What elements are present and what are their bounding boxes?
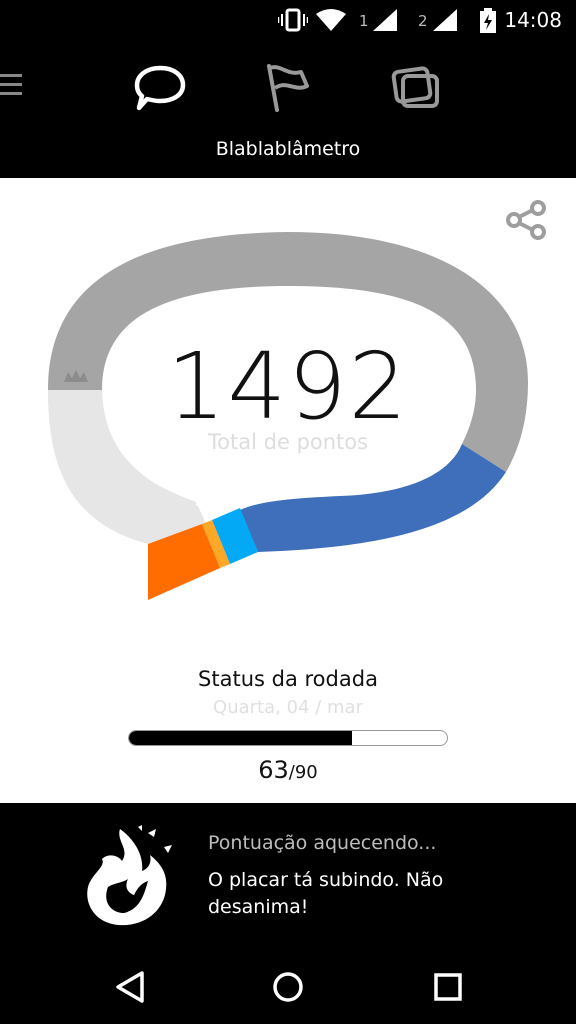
main-content: 1492 Total de pontos Status da rodada Qu…: [0, 178, 576, 803]
back-icon[interactable]: [110, 967, 150, 1007]
total-score: 1492: [166, 333, 410, 440]
signal-icon: [373, 9, 397, 31]
round-date: Quarta, 04 / mar: [213, 697, 363, 718]
top-nav: Blablablâmetro: [0, 40, 576, 178]
total-score-label: Total de pontos: [207, 430, 369, 454]
flag-icon[interactable]: [263, 62, 313, 114]
banner-title: Pontuação aquecendo...: [208, 832, 437, 854]
share-icon[interactable]: [502, 198, 550, 242]
vibrate-icon: [278, 8, 308, 32]
status-bar: 1 2 14:08: [0, 0, 576, 40]
banner-message: O placar tá subindo. Não desanima!: [208, 869, 444, 918]
sim2-label: 2: [418, 12, 428, 30]
round-progress-text: 63/90: [0, 756, 576, 784]
page-title: Blablablâmetro: [215, 138, 361, 160]
round-status-title: Status da rodada: [198, 667, 378, 691]
status-time: 14:08: [504, 8, 562, 32]
home-icon[interactable]: [268, 967, 308, 1007]
sim1-label: 1: [359, 12, 369, 30]
fire-icon: [87, 825, 172, 926]
round-progress-fill: [129, 731, 352, 745]
cards-icon[interactable]: [389, 66, 443, 112]
battery-charging-icon: [480, 8, 496, 33]
recents-icon[interactable]: [428, 967, 468, 1007]
signal-icon: [433, 9, 457, 31]
round-progress-current: 63: [258, 756, 289, 784]
gauge-segment-blue: [240, 444, 506, 552]
round-progress-total: /90: [288, 762, 318, 783]
menu-icon[interactable]: [0, 72, 22, 98]
chat-icon[interactable]: [133, 64, 187, 112]
system-nav-bar: [0, 945, 576, 1024]
wifi-icon: [316, 9, 346, 31]
status-banner: Pontuação aquecendo... O placar tá subin…: [0, 803, 576, 945]
round-progress-bar: [128, 730, 448, 746]
